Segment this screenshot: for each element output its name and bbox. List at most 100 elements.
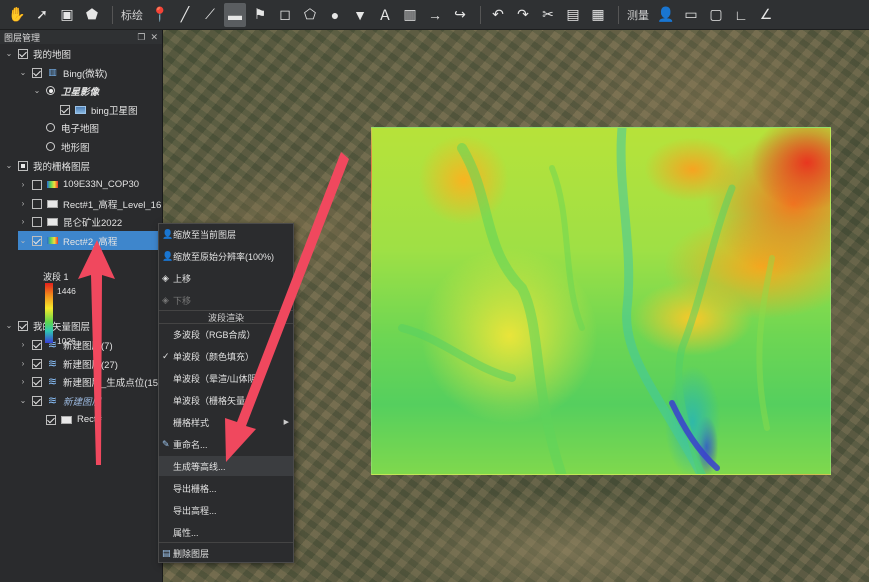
angle-icon[interactable]: ∟ [730,3,752,27]
close-icon[interactable]: ✕ [150,32,158,43]
tree-item-rect[interactable]: Rect# [46,410,102,429]
layer-manager-panel: 图层管理 ❐ ✕ ⌄ 我的地图 ⌄ ▥ Bing(微软) ⌄ 卫星影像 bing… [0,30,163,582]
chevron-right-icon[interactable]: › [18,377,28,386]
line-icon[interactable]: ⟋ [199,3,221,27]
undo-icon[interactable]: ↶ [487,3,509,27]
pentagon-icon[interactable]: ⬠ [299,3,321,27]
flag-icon[interactable]: ⚑ [249,3,271,27]
menu-delete-layer[interactable]: ▤ 删除图层 [159,543,293,563]
menu-raster-style[interactable]: 栅格样式 ▶ [159,412,293,432]
person-marker-icon[interactable]: 👤 [655,3,677,27]
menu-generate-contours[interactable]: 生成等高线... [159,456,293,476]
chevron-right-icon[interactable]: › [18,180,28,189]
menu-zoom-native[interactable]: 👤 缩放至原始分辨率(100%) [159,246,293,266]
chevron-down-icon[interactable]: ⌄ [18,396,28,405]
building-icon[interactable]: ▥ [399,3,421,27]
square-icon[interactable]: ◻ [274,3,296,27]
menu-export-raster[interactable]: 导出栅格... [159,478,293,498]
tree-item-bing-satellite[interactable]: bing卫星图 [60,100,137,119]
menu-rename[interactable]: ✎ 重命名... [159,434,293,454]
document-list-icon[interactable]: ▦ [587,3,609,27]
radio[interactable] [46,142,55,151]
panel-header: 图层管理 ❐ ✕ [0,30,162,44]
layers-down-icon: ◈ [162,294,169,305]
chevron-down-icon[interactable]: ⌄ [18,236,28,245]
placemark-icon[interactable]: 📍 [149,3,171,27]
checkbox[interactable] [60,104,70,115]
arrow-right-icon[interactable]: → [424,3,446,27]
document-icon[interactable]: ▤ [562,3,584,27]
checkbox[interactable] [46,414,56,425]
checkbox[interactable] [32,395,42,406]
float-window-icon[interactable]: ❐ [137,32,145,43]
checkbox[interactable] [18,320,28,331]
area-icon[interactable]: ▢ [705,3,727,27]
legend-band-label: 波段 1 [43,272,69,282]
chevron-down-icon[interactable]: ⌄ [4,321,14,330]
tree-item-new-layer[interactable]: ⌄ ≋ 新建图层 [18,391,101,410]
layer-context-menu: 👤 缩放至当前图层 👤 缩放至原始分辨率(100%) ◈ 上移 ◈ 下移 波段渲… [158,223,294,563]
chevron-down-icon[interactable]: ⌄ [32,86,42,95]
checkbox[interactable] [32,216,42,227]
menu-multiband[interactable]: 多波段（RGB合成） [159,324,293,344]
tree-item-bing[interactable]: ⌄ ▥ Bing(微软) [18,63,108,82]
chevron-down-icon[interactable]: ⌄ [18,68,28,77]
chevron-right-icon[interactable]: › [18,340,28,349]
tree-item-kunlun[interactable]: › 昆仑矿业2022 [18,212,122,231]
dem-raster-icon [47,237,58,244]
menu-singleband-color[interactable]: ✓ 单波段（颜色填充） [159,346,293,366]
angle-measure-icon[interactable]: ∠ [755,3,777,27]
chevron-right-icon[interactable]: › [18,359,28,368]
tree-item-my-raster-layers[interactable]: ⌄ 我的栅格图层 [4,156,90,175]
layers-icon: ≋ [47,358,58,370]
tree-item-new-layer-27[interactable]: › ≋ 新建图层(27) [18,354,118,373]
tree-item-rect1[interactable]: › Rect#1_高程_Level_16 [18,194,161,213]
checkbox[interactable] [18,48,28,59]
checkbox[interactable] [32,198,42,209]
chevron-right-icon[interactable]: › [18,199,28,208]
tree-item-cop30[interactable]: › 109E33N_COP30 [18,175,139,194]
pentagon-gear-icon[interactable]: ⬟ [81,3,103,27]
chevron-down-icon[interactable]: ⌄ [4,49,14,58]
image-icon[interactable]: ▣ [56,3,78,27]
tree-item-my-maps[interactable]: ⌄ 我的地图 [4,44,71,63]
scissors-icon[interactable]: ✂ [537,3,559,27]
tree-item-rect2-selected[interactable]: ⌄ Rect#2_高程 [18,231,158,250]
tree-item-satellite[interactable]: ⌄ 卫星影像 [32,81,99,100]
checkbox[interactable] [32,339,42,350]
triangle-down-icon[interactable]: ▼ [349,3,371,27]
tree-item-electronic-map[interactable]: 电子地图 [46,118,99,137]
menu-move-up[interactable]: ◈ 上移 [159,268,293,288]
person-icon: 👤 [162,228,174,239]
radio[interactable] [46,123,55,132]
redo-icon[interactable]: ↷ [512,3,534,27]
menu-move-down: ◈ 下移 [162,294,192,306]
menu-properties[interactable]: 属性... [159,522,293,542]
radio-selected[interactable] [46,86,55,95]
curved-arrow-icon[interactable]: ↪ [449,3,471,27]
select-arrow-icon[interactable]: ➚ [31,3,53,27]
tree-item-terrain-map[interactable]: 地形图 [46,137,90,156]
menu-export-elevation[interactable]: 导出高程... [159,500,293,520]
checkbox[interactable] [32,67,42,78]
polyline-icon[interactable]: ╱ [174,3,196,27]
circle-icon[interactable]: ● [324,3,346,27]
menu-singleband-hillshade[interactable]: 单波段（晕渲/山体阴 [159,368,293,388]
menu-zoom-to-layer[interactable]: 👤 缩放至当前图层 [159,224,293,244]
text-underline-icon[interactable]: Ａ [374,3,396,27]
checkbox[interactable] [32,358,42,369]
checkbox[interactable] [32,179,42,190]
chevron-right-icon[interactable]: › [18,217,28,226]
measure-label: 测量 [627,9,649,22]
elevation-color-ramp [45,283,53,343]
toolbar-divider [112,5,113,24]
checkbox[interactable] [32,235,42,246]
ruler-icon[interactable]: ▭ [680,3,702,27]
chevron-down-icon[interactable]: ⌄ [4,161,14,170]
checkbox[interactable] [32,376,42,387]
pan-hand-icon[interactable]: ✋ [6,3,28,27]
rectangle-icon[interactable]: ▬ [224,2,246,27]
tree-item-new-layer-points[interactable]: › ≋ 新建图层_生成点位(15) [18,372,162,391]
checkbox-partial[interactable] [18,160,28,171]
menu-singleband-vector[interactable]: 单波段（栅格矢量化 [159,390,293,410]
